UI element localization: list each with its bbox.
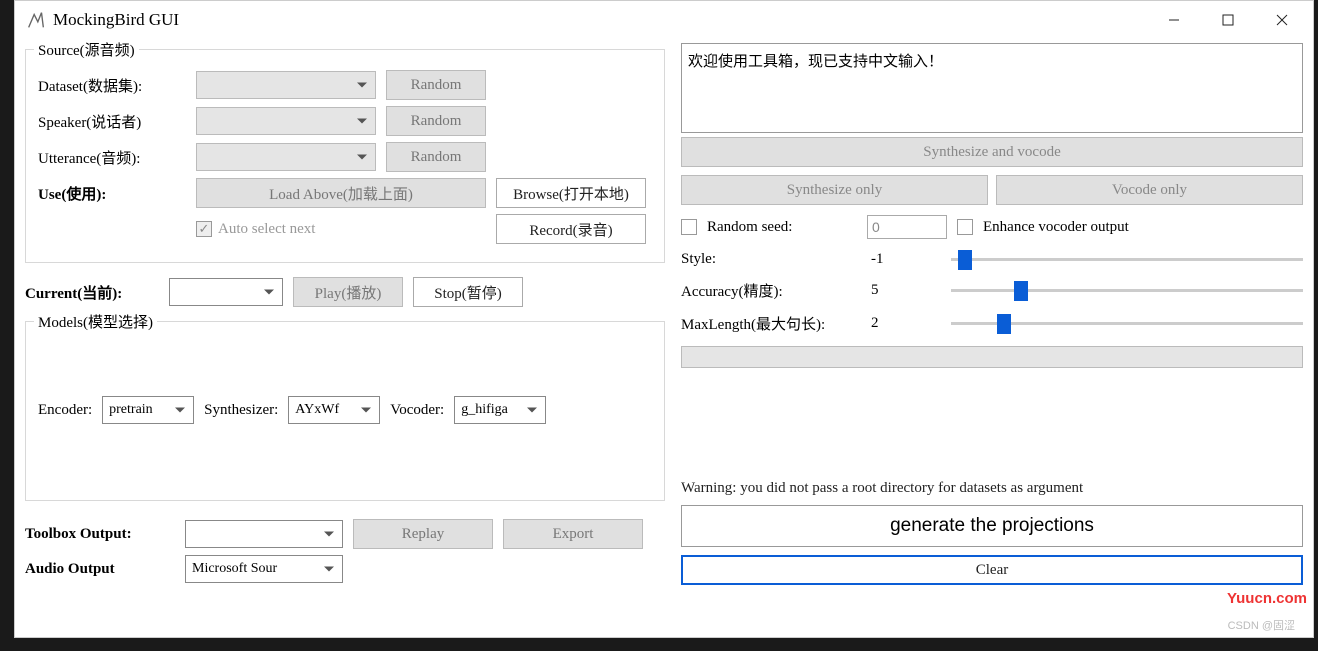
enhance-checkbox[interactable] (957, 219, 973, 235)
record-button[interactable]: Record(录音) (496, 214, 646, 244)
vocoder-combo[interactable]: g_hifiga (454, 396, 546, 424)
auto-select-label: Auto select next (218, 221, 315, 238)
welcome-textarea[interactable]: 欢迎使用工具箱，现已支持中文输入！ (681, 43, 1303, 133)
progress-bar (681, 346, 1303, 368)
synth-combo[interactable]: AYxWf (288, 396, 380, 424)
current-label: Current(当前): (25, 282, 159, 303)
content-area: Source(源音频) Dataset(数据集): Random Speaker… (15, 39, 1313, 593)
auto-select-checkbox[interactable]: ✓ (196, 221, 212, 237)
window-title: MockingBird GUI (53, 10, 1147, 30)
random-seed-input[interactable] (867, 215, 947, 239)
load-above-button[interactable]: Load Above(加载上面) (196, 178, 486, 208)
use-label: Use(使用): (38, 183, 186, 204)
dataset-label: Dataset(数据集): (38, 75, 186, 96)
app-icon (25, 9, 47, 31)
play-button[interactable]: Play(播放) (293, 277, 403, 307)
replay-button[interactable]: Replay (353, 519, 493, 549)
clear-button[interactable]: Clear (681, 555, 1303, 585)
browse-button[interactable]: Browse(打开本地) (496, 178, 646, 208)
current-combo[interactable] (169, 278, 283, 306)
dataset-combo[interactable] (196, 71, 376, 99)
models-group: Models(模型选择) Encoder: pretrain Synthesiz… (25, 321, 665, 501)
style-label: Style: (681, 251, 861, 268)
synth-label: Synthesizer: (204, 402, 278, 419)
maxlen-value: 2 (871, 315, 941, 332)
source-legend: Source(源音频) (34, 39, 139, 60)
utterance-combo[interactable] (196, 143, 376, 171)
dataset-random-button[interactable]: Random (386, 70, 486, 100)
encoder-label: Encoder: (38, 402, 92, 419)
audio-output-combo[interactable]: Microsoft Sour (185, 555, 343, 583)
vocoder-label: Vocoder: (390, 402, 444, 419)
style-slider[interactable] (951, 253, 1303, 267)
encoder-combo[interactable]: pretrain (102, 396, 194, 424)
watermark: Yuucn.com (1227, 590, 1307, 607)
random-seed-label: Random seed: (707, 219, 857, 236)
csdn-watermark: CSDN @固涩 (1228, 617, 1295, 633)
main-window: MockingBird GUI Source(源音频) Dataset(数据集)… (14, 0, 1314, 638)
speaker-label: Speaker(说话者) (38, 111, 186, 132)
text-input[interactable]: generate the projections (681, 505, 1303, 547)
speaker-random-button[interactable]: Random (386, 106, 486, 136)
warning-text: Warning: you did not pass a root directo… (681, 480, 1303, 497)
maxlen-label: MaxLength(最大句长): (681, 313, 861, 334)
accuracy-label: Accuracy(精度): (681, 280, 861, 301)
right-panel: 欢迎使用工具箱，现已支持中文输入！ Synthesize and vocode … (681, 43, 1303, 589)
left-panel: Source(源音频) Dataset(数据集): Random Speaker… (25, 43, 665, 589)
toolbox-output-label: Toolbox Output: (25, 526, 175, 543)
utterance-random-button[interactable]: Random (386, 142, 486, 172)
synth-vocode-button[interactable]: Synthesize and vocode (681, 137, 1303, 167)
enhance-label: Enhance vocoder output (983, 219, 1129, 236)
accuracy-slider[interactable] (951, 284, 1303, 298)
minimize-button[interactable] (1147, 4, 1201, 36)
audio-output-label: Audio Output (25, 561, 175, 578)
titlebar: MockingBird GUI (15, 1, 1313, 39)
random-seed-checkbox[interactable] (681, 219, 697, 235)
stop-button[interactable]: Stop(暂停) (413, 277, 523, 307)
vocode-only-button[interactable]: Vocode only (996, 175, 1303, 205)
maximize-button[interactable] (1201, 4, 1255, 36)
style-value: -1 (871, 251, 941, 268)
export-button[interactable]: Export (503, 519, 643, 549)
toolbox-output-combo[interactable] (185, 520, 343, 548)
utterance-label: Utterance(音频): (38, 147, 186, 168)
models-legend: Models(模型选择) (34, 311, 157, 332)
maxlen-slider[interactable] (951, 317, 1303, 331)
accuracy-value: 5 (871, 282, 941, 299)
close-button[interactable] (1255, 4, 1309, 36)
synth-only-button[interactable]: Synthesize only (681, 175, 988, 205)
source-group: Source(源音频) Dataset(数据集): Random Speaker… (25, 49, 665, 263)
speaker-combo[interactable] (196, 107, 376, 135)
